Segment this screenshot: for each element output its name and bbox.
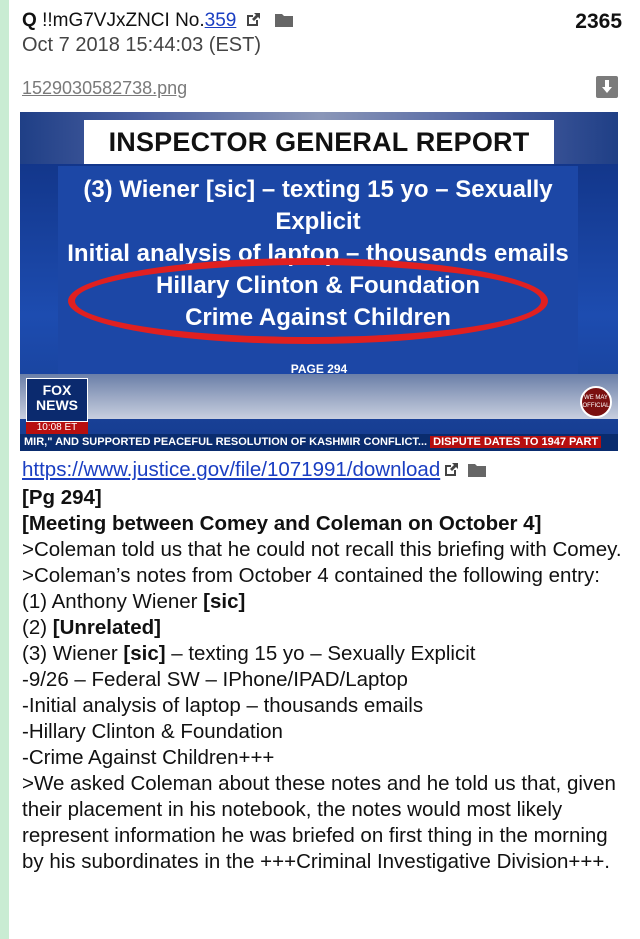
post-author-line: Q !!mG7VJxZNCI No.359 [22,10,294,34]
logo-line-1: FOX [42,382,72,398]
body-line-7-rest: – texting 15 yo – Sexually Explicit [165,642,476,665]
body-line-12: >We asked Coleman about these notes and … [22,772,616,873]
body-line-10: -Hillary Clinton & Foundation [22,720,283,743]
news-ticker: MIR," AND SUPPORTED PEACEFUL RESOLUTION … [20,434,618,451]
post-number-prefix: No. [175,10,205,31]
download-button[interactable] [596,76,618,98]
body-line-page: [Pg 294] [22,486,102,509]
body-line-7-text: (3) Wiener [22,642,124,665]
badge-seal: WE MAY OFFICIAL [580,386,612,418]
fox-news-logo: FOX NEWS [26,378,88,422]
body-line-6-unrelated: [Unrelated] [52,616,161,639]
post-header: Q !!mG7VJxZNCI No.359 Oct 7 2018 15:44:0… [22,0,632,58]
author-name: Q [22,10,37,31]
red-highlight-oval [68,258,548,344]
body-line-meeting: [Meeting between Comey and Coleman on Oc… [22,512,542,535]
post-count: 2365 [575,10,622,33]
body-line-6: (2) [Unrelated] [22,615,632,641]
post: Q !!mG7VJxZNCI No.359 Oct 7 2018 15:44:0… [20,0,632,875]
external-link-icon[interactable] [443,459,459,485]
doj-download-link[interactable]: https://www.justice.gov/file/1071991/dow… [22,458,440,481]
tripcode: !!mG7VJxZNCI [42,10,170,31]
image-page-label: PAGE 294 [290,362,348,376]
logo-time: 10:08 ET [26,422,88,434]
external-link-icon[interactable] [245,12,261,34]
image-banner-text: INSPECTOR GENERAL REPORT [108,126,530,157]
body-line-6-text: (2) [22,616,53,639]
file-row: 1529030582738.png [22,76,632,112]
image-line-2: Explicit [275,208,361,235]
body-line-5: (1) Anthony Wiener [sic] [22,589,632,615]
body-line-5-sic: [sic] [203,590,246,613]
body-line-3: >Coleman told us that he could not recal… [22,538,622,561]
image-bottom-band [20,374,618,419]
post-accent-bar [0,0,9,939]
folder-icon[interactable] [467,459,487,485]
post-number-link[interactable]: 359 [205,10,237,31]
logo-line-2: NEWS [36,397,78,413]
ticker-left: MIR," AND SUPPORTED PEACEFUL RESOLUTION … [24,436,428,448]
post-date: Oct 7 2018 15:44:03 (EST) [22,34,262,56]
folder-icon[interactable] [274,12,294,34]
image-line-1: (3) Wiener [sic] – texting 15 yo – Sexua… [83,176,553,203]
image-banner: INSPECTOR GENERAL REPORT [84,120,554,164]
body-line-9: -Initial analysis of laptop – thousands … [22,694,424,717]
file-name-link[interactable]: 1529030582738.png [22,78,187,99]
ticker-right: DISPUTE DATES TO 1947 PART [430,436,602,448]
body-line-8: -9/26 – Federal SW – IPhone/IPAD/Laptop [22,668,408,691]
download-icon [602,80,612,93]
post-body: https://www.justice.gov/file/1071991/dow… [22,457,632,875]
body-line-5-text: (1) Anthony Wiener [22,590,204,613]
body-line-4: >Coleman’s notes from October 4 containe… [22,564,600,587]
body-line-11: -Crime Against Children+++ [22,746,275,769]
body-link-row: https://www.justice.gov/file/1071991/dow… [22,457,632,485]
post-image[interactable]: INSPECTOR GENERAL REPORT (3) Wiener [sic… [20,112,618,451]
body-line-7: (3) Wiener [sic] – texting 15 yo – Sexua… [22,641,632,667]
body-line-7-sic: [sic] [123,642,166,665]
